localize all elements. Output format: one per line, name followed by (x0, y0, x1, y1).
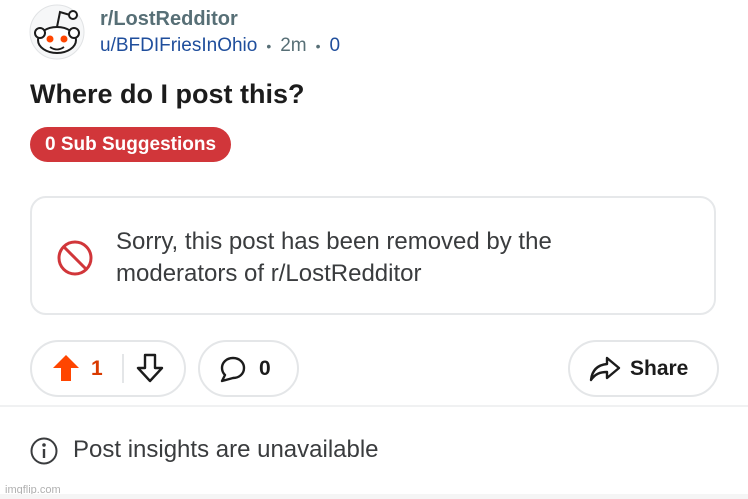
post-meta: u/BFDIFriesInOhio • 2m • 0 (100, 35, 340, 57)
section-divider (0, 405, 748, 407)
author-link[interactable]: u/BFDIFriesInOhio (100, 35, 257, 57)
bottom-bar (0, 494, 748, 499)
meta-separator: • (315, 38, 321, 54)
comment-bubble-icon (220, 356, 246, 383)
meta-count: 0 (329, 35, 341, 56)
post-insights-text: Post insights are unavailable (73, 436, 379, 463)
share-arrow-icon (589, 356, 621, 382)
post-age: 2m (280, 35, 307, 56)
share-label: Share (630, 357, 689, 380)
downvote-arrow-icon[interactable] (136, 352, 164, 384)
post-title[interactable]: Where do I post this? (30, 79, 305, 110)
info-icon (30, 437, 58, 465)
vote-divider (122, 354, 124, 383)
meta-separator: • (266, 38, 272, 54)
upvote-arrow-icon[interactable] (52, 353, 80, 383)
comment-count: 0 (259, 357, 271, 380)
ban-icon (57, 240, 93, 276)
post-flair[interactable]: 0 Sub Suggestions (30, 127, 232, 162)
snoo-avatar-icon[interactable] (26, 2, 88, 60)
subreddit-name[interactable]: r/LostRedditor (100, 8, 238, 31)
vote-count: 1 (91, 357, 103, 380)
comment-button[interactable] (198, 340, 299, 397)
removed-message: Sorry, this post has been removed by the… (116, 228, 552, 287)
